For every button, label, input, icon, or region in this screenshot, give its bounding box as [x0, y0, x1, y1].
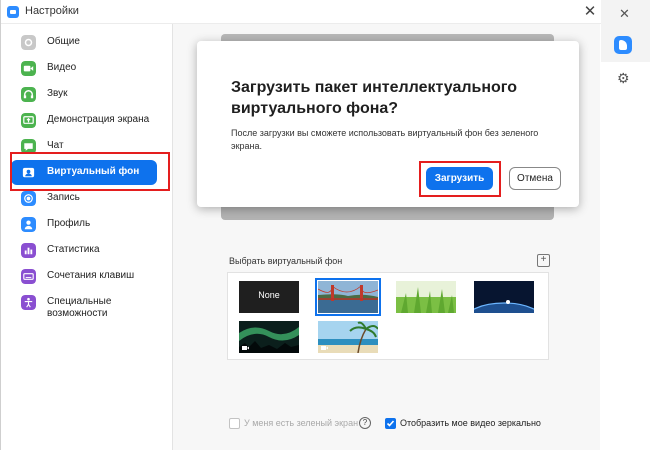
- grass-image: [396, 281, 456, 313]
- close-button[interactable]: ✕: [581, 2, 599, 20]
- dialog-text: После загрузки вы сможете использовать в…: [231, 128, 539, 151]
- headphones-icon: [21, 87, 36, 102]
- sidebar-item-label: Общие: [47, 36, 80, 47]
- earth-from-space-image: [474, 281, 534, 313]
- sidebar-item-label: Видео: [47, 62, 77, 73]
- highlight-box-download: [419, 161, 501, 197]
- background-none[interactable]: None: [239, 281, 299, 313]
- share-screen-icon: [21, 113, 36, 128]
- beach-image: [318, 321, 378, 353]
- green-screen-checkbox[interactable]: [229, 418, 240, 429]
- help-icon[interactable]: ?: [359, 417, 371, 429]
- golden-gate-bridge-image: [318, 281, 378, 313]
- record-icon: [21, 191, 36, 206]
- title-bar: Настройки ✕: [1, 0, 601, 24]
- sidebar: Общие Видео Звук Демонстрация экрана Чат…: [1, 24, 173, 450]
- background-aurora-video[interactable]: [239, 321, 299, 353]
- sidebar-item-general[interactable]: Общие: [11, 30, 157, 55]
- checkmark-icon: [386, 420, 395, 427]
- highlight-box-virtual-background: [10, 152, 170, 191]
- accessibility-icon: [21, 295, 36, 310]
- sidebar-item-audio[interactable]: Звук: [11, 82, 157, 107]
- background-grass[interactable]: [396, 281, 456, 313]
- add-background-button[interactable]: +: [537, 254, 550, 267]
- sidebar-item-label: Специальные возможности: [47, 296, 112, 319]
- profile-icon: [21, 217, 36, 232]
- gear-icon: [21, 35, 36, 50]
- green-screen-label: У меня есть зеленый экран: [244, 418, 359, 428]
- zoom-logo-icon: [7, 6, 19, 18]
- sidebar-item-label: Звук: [47, 88, 68, 99]
- sidebar-item-share-screen[interactable]: Демонстрация экрана: [11, 108, 157, 133]
- aurora-image: [239, 321, 299, 353]
- dialog-title: Загрузить пакет интеллектуального виртуа…: [231, 79, 518, 117]
- background-app-window: ✕ ⚙: [601, 0, 650, 450]
- gear-icon[interactable]: ⚙: [617, 70, 630, 87]
- background-grid: None: [227, 272, 549, 360]
- sidebar-item-video[interactable]: Видео: [11, 56, 157, 81]
- window-title: Настройки: [25, 5, 79, 17]
- settings-window: Настройки ✕ Общие Видео Звук Демонстраци…: [0, 0, 601, 450]
- sidebar-item-label: Сочетания клавиш: [47, 270, 135, 281]
- sidebar-item-label: Запись: [47, 192, 80, 203]
- background-none-label: None: [258, 290, 280, 300]
- sidebar-item-keyboard-shortcuts[interactable]: Сочетания клавиш: [11, 264, 157, 289]
- sidebar-item-accessibility[interactable]: Специальные возможности: [11, 290, 157, 326]
- sidebar-item-label: Статистика: [47, 244, 100, 255]
- keyboard-icon: [21, 269, 36, 284]
- download-dialog: Загрузить пакет интеллектуального виртуа…: [197, 41, 579, 207]
- background-golden-gate-bridge[interactable]: [315, 278, 381, 316]
- sidebar-item-label: Чат: [47, 140, 64, 151]
- mirror-video-checkbox[interactable]: [385, 418, 396, 429]
- sidebar-item-label: Профиль: [47, 218, 91, 229]
- sidebar-item-label: Демонстрация экрана: [47, 114, 150, 125]
- app-badge-icon: [614, 36, 632, 54]
- background-earth-from-space[interactable]: [474, 281, 534, 313]
- choose-background-label: Выбрать виртуальный фон: [229, 256, 343, 266]
- cancel-button[interactable]: Отмена: [509, 167, 561, 190]
- sidebar-item-profile[interactable]: Профиль: [11, 212, 157, 237]
- statistics-icon: [21, 243, 36, 258]
- background-beach-video[interactable]: [318, 321, 378, 353]
- background-app-header: ✕: [601, 0, 650, 62]
- background-close-icon[interactable]: ✕: [619, 6, 630, 22]
- mirror-video-label: Отобразить мое видео зеркально: [400, 418, 541, 428]
- sidebar-item-statistics[interactable]: Статистика: [11, 238, 157, 263]
- video-camera-icon: [21, 61, 36, 76]
